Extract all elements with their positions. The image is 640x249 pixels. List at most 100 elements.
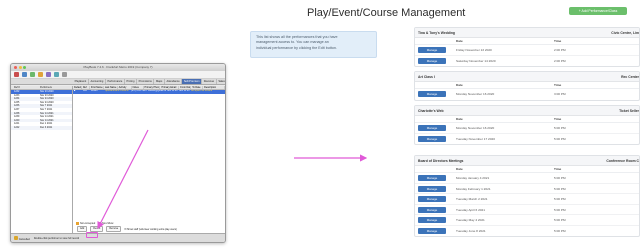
cancel-button[interactable]: Cancelled [14,235,30,241]
table-header-cell[interactable]: Description [203,86,225,89]
cell-activity: Special Event Check-In [105,90,129,92]
manage-button[interactable]: Manage [418,91,446,98]
app-tab[interactable]: Promotions [137,79,155,84]
app-tab[interactable]: Self-Premium [182,79,203,84]
settings-icon[interactable] [62,72,67,77]
help-line: individual performance by clicking the E… [256,45,337,50]
window-titlebar: PlayBook 7.4.6 · Frankfurt Metro 2019 (C… [11,64,225,71]
app-tab[interactable]: Sales [217,79,225,84]
table-row[interactable]: ■ 1a1 Wolfer Special Event Check-In (972… [73,90,225,94]
table-header-cell[interactable]: Ref [82,86,90,89]
cancel-label: Cancelled [18,237,30,241]
row-performer-date: Dec 3 2021 [40,125,53,129]
app-tab[interactable]: PlayEvent [73,79,89,84]
manage-button[interactable]: Manage [418,196,446,203]
column-time: Time [554,39,562,43]
maximize-icon[interactable] [23,66,26,69]
manage-button[interactable]: Manage [418,217,446,224]
callout-highlight [86,232,98,238]
table-row: Manage Monday February 1 2021 5:00 PM [415,184,639,194]
manage-button[interactable]: Manage [418,135,446,142]
ticket-icon[interactable] [30,72,35,77]
performer-table: Default Ref First Name Last Name Activity Not… [73,86,225,233]
card-column-header: Date Time [415,166,639,173]
mail-icon[interactable] [54,72,59,77]
app-tab[interactable]: Performance [106,79,125,84]
row-date: Tuesday May 4 2021 [456,218,485,222]
performance-card: Tina & Tony's Wedding Civic Centre, Lim Da… [414,27,640,67]
manage-button[interactable]: Manage [418,227,446,234]
card-header: Art Class I Rec Center [415,72,639,82]
row-date: Monday November 16 2020 [456,92,495,96]
show-staff-checkbox[interactable]: ☑ Show staff (volunteer working extra pl… [124,228,177,231]
table-row: Manage Tuesday May 4 2021 5:00 PM [415,215,639,226]
checkbox-label: Show staff (volunteer working extra play… [127,227,177,231]
app-window: PlayBook 7.4.6 · Frankfurt Metro 2019 (C… [10,63,226,243]
card-location: Ticket Seller [619,109,639,113]
table-row: Manage Tuesday March 2 2021 5:00 PM [415,194,639,205]
performance-card: Art Class I Rec Center Date Time Manage Monda… [414,71,640,101]
manage-button[interactable]: Manage [418,125,446,132]
table-header-cell[interactable]: From Date [179,86,192,89]
legend-item: Non-Accepted [76,221,96,226]
home-icon[interactable] [14,72,19,77]
card-location: Civic Centre, Lim [611,31,639,35]
table-header-cell[interactable]: Activity [118,86,132,89]
column-time: Time [554,117,562,121]
app-body: Ref # Performers 1232 Nov 23 2020 1233 Nov … [11,86,225,233]
table-header-cell[interactable]: Primary Email [160,86,180,89]
people-icon[interactable] [38,72,43,77]
table-header-cell[interactable]: Primary Phone [144,86,161,89]
table-header-cell[interactable]: Default [73,86,82,89]
table-header-cell[interactable]: Notes [132,86,144,89]
page-title: Play/Event/Course Management [307,7,466,19]
performance-list-rows: 1232 Nov 23 2020 1233 Nov 23 2020 1234 Nov 24… [11,90,72,130]
cell-email: cwolfer@gmail.com [148,90,166,92]
card-title: Board of Directors Meetings [418,159,464,163]
row-date: Monday January 4 2021 [456,176,490,180]
close-icon[interactable] [14,66,17,69]
legend-label: Non-Accepted [80,222,96,226]
manage-button[interactable]: Manage [418,47,446,54]
table-row: Manage Monday November 16 2020 3:00 PM [415,89,639,100]
row-time: 5:00 PM [554,186,566,191]
cell-description: Accepted No Refund [191,90,212,92]
app-tab[interactable]: Maps [154,79,165,84]
row-date: Monday November 16 2020 [456,126,495,130]
column-time: Time [554,167,562,171]
remove-button[interactable]: Remove [106,226,122,232]
row-date: Saturday November 14 2020 [456,58,496,63]
row-date: Tuesday June 8 2021 [456,228,486,233]
cell-first-name: Wolfer [91,90,98,92]
card-column-header: Date Time [415,116,639,123]
row-date: Tuesday November 17 2020 [456,136,495,141]
add-performance-button[interactable]: + Add Performance/Class [569,7,627,15]
app-tab[interactable]: Revenue [202,79,217,84]
app-status-bar: Cancelled Double-click performer to view… [11,233,225,242]
table-header-cell[interactable]: Last Name [104,86,118,89]
cancel-icon [14,235,18,240]
card-title: Tina & Tony's Wedding [418,31,455,35]
app-tab[interactable]: Pricing [125,79,138,84]
report-icon[interactable] [46,72,51,77]
row-date: Monday February 1 2021 [456,186,491,191]
app-tab[interactable]: Accounting [89,79,106,84]
performance-card: Board of Directors Meetings Conference Ro… [414,155,640,237]
manage-button[interactable]: Manage [418,185,446,192]
manage-button[interactable]: Manage [418,175,446,182]
cell-to-date: Nov 14 20 [179,90,190,92]
manage-button[interactable]: Manage [418,206,446,213]
table-header-cell[interactable]: To Date [191,86,204,89]
app-tab[interactable]: Attendance [165,79,183,84]
calendar-icon[interactable] [22,72,27,77]
window-controls [14,66,26,69]
manage-button[interactable]: Manage [418,57,446,64]
card-title: Charlotte's Web [418,109,444,113]
cell-phone: (972) 555-7821 [131,90,147,92]
minimize-icon[interactable] [18,66,22,69]
column-date: Date [456,167,463,171]
table-header-cell[interactable]: First Name [90,86,104,89]
card-title: Art Class I [418,75,435,79]
list-item[interactable]: 1242 Dec 3 2021 [11,125,72,130]
help-note: This list shows all the performances tha… [250,31,377,58]
